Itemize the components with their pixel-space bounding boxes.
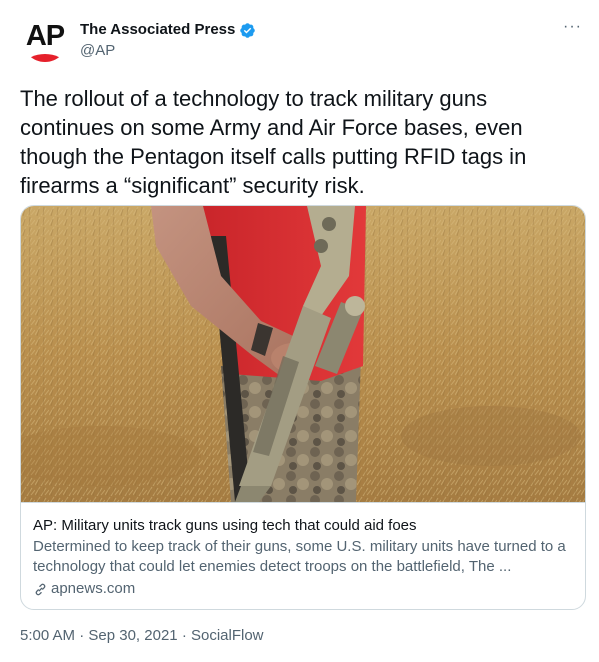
author-name-row: The Associated Press	[80, 20, 256, 40]
card-photo	[21, 206, 585, 502]
avatar-logo-arc	[26, 54, 64, 62]
card-title[interactable]: AP: Military units track guns using tech…	[33, 516, 575, 536]
card-description: Determined to keep track of their guns, …	[33, 538, 566, 575]
verified-badge-icon	[240, 22, 256, 38]
author-handle[interactable]: @AP	[80, 41, 256, 61]
author-block: The Associated Press @AP	[80, 20, 256, 61]
card-domain-row: apnews.com	[33, 579, 575, 599]
tweet-metadata: 5:00 AM · Sep 30, 2021 · SocialFlow	[20, 626, 264, 646]
tweet-source[interactable]: SocialFlow	[191, 627, 264, 644]
avatar-logo-text: AP	[25, 20, 65, 52]
author-display-name[interactable]: The Associated Press	[80, 20, 235, 40]
avatar[interactable]: AP	[22, 16, 68, 62]
tweet-container: AP The Associated Press @AP ··· The roll…	[0, 0, 599, 662]
link-icon	[35, 583, 46, 595]
card-image[interactable]	[21, 206, 585, 502]
card-domain: apnews.com	[51, 580, 136, 597]
link-preview-card[interactable]: AP: Military units track guns using tech…	[20, 205, 586, 610]
tweet-time[interactable]: 5:00 AM	[20, 627, 75, 644]
tweet-text: The rollout of a technology to track mil…	[20, 86, 527, 198]
tweet-date[interactable]: Sep 30, 2021	[88, 627, 177, 644]
meta-separator: ·	[79, 627, 89, 644]
card-text-block[interactable]: AP: Military units track guns using tech…	[21, 502, 585, 609]
more-options-icon[interactable]: ···	[563, 19, 581, 38]
meta-separator: ·	[181, 627, 191, 644]
